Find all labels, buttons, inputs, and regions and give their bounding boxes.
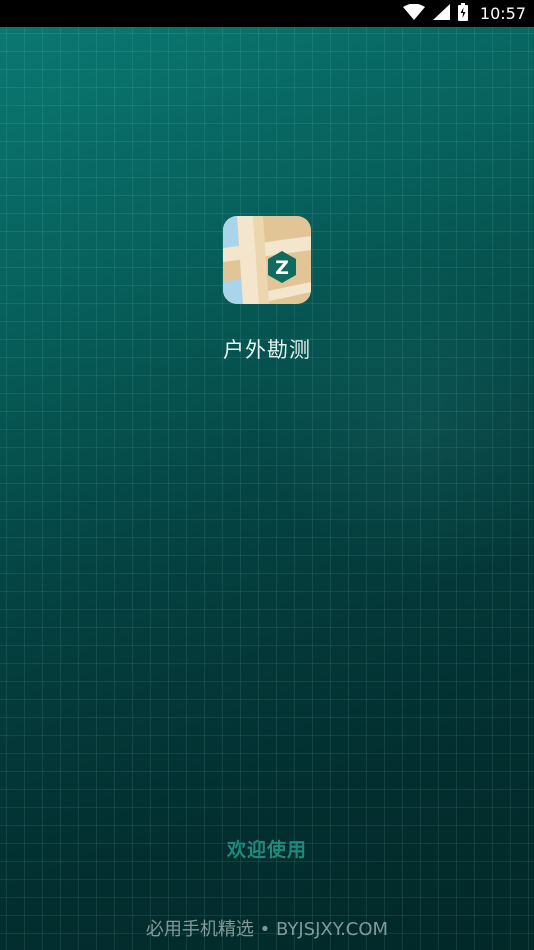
wifi-icon: [402, 3, 425, 24]
watermark-text: 必用手机精选 • BYJSJXY.COM: [145, 919, 389, 940]
app-icon-badge-letter: Z: [275, 257, 289, 279]
cellular-signal-icon: [432, 3, 450, 24]
splash-screen: 10:57 Z 户外勘测 欢迎使用 必用手机精选 • BYJSJXY.COM: [0, 0, 534, 950]
map-app-icon: Z: [223, 216, 311, 304]
status-icons: 10:57: [402, 0, 526, 27]
app-name: 户外勘测: [223, 338, 311, 362]
battery-icon: [457, 2, 468, 25]
status-time: 10:57: [479, 4, 526, 23]
status-bar: 10:57: [0, 0, 534, 27]
welcome-text: 欢迎使用: [226, 839, 307, 861]
